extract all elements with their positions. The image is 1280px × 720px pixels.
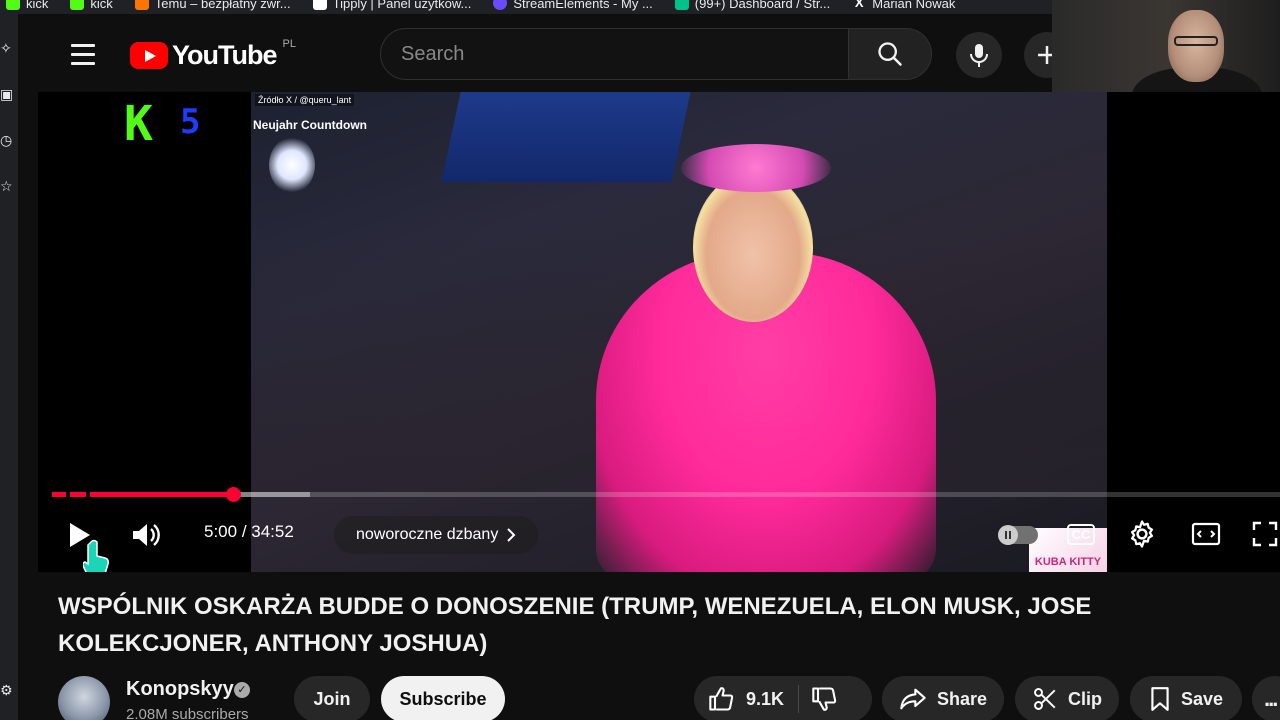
video-player[interactable]: K 5 Źródło X / @queru_lant Neujahr Count… xyxy=(38,92,1280,572)
hamburger-menu-button[interactable] xyxy=(60,36,106,72)
bookmark-tipply[interactable]: Tipply | Panel użytkow... xyxy=(312,0,471,10)
played-bar xyxy=(52,492,233,497)
subscriber-count: 2.08M subscribers xyxy=(126,706,249,720)
street-lamp xyxy=(269,137,315,193)
chapter-divider xyxy=(86,492,90,497)
temu-icon xyxy=(134,0,149,10)
history-icon[interactable]: ◷ xyxy=(0,132,14,148)
mouse-cursor xyxy=(82,538,112,572)
microphone-icon xyxy=(970,44,988,67)
like-button[interactable]: 9.1K xyxy=(708,685,798,713)
volume-icon xyxy=(133,524,160,546)
chapter-divider xyxy=(66,492,70,497)
logo-wordmark: YouTube xyxy=(172,40,277,70)
fullscreen-icon xyxy=(1252,521,1278,547)
channel-avatar[interactable] xyxy=(58,676,110,720)
bookmark-temu[interactable]: Temu – bezpłatny zwr... xyxy=(134,0,291,10)
blue-awning xyxy=(441,92,691,182)
save-button[interactable]: Save xyxy=(1130,676,1242,720)
scissors-icon xyxy=(1034,688,1056,710)
youtube-logo[interactable]: YouTube PL xyxy=(130,37,296,71)
video-frame: Źródło X / @queru_lant Neujahr Countdown… xyxy=(251,92,1107,572)
thumbs-up-icon xyxy=(709,687,734,711)
join-button[interactable]: Join xyxy=(294,676,370,720)
autoplay-toggle[interactable] xyxy=(998,525,1038,545)
voice-search-button[interactable] xyxy=(956,32,1002,78)
gear-icon xyxy=(1131,520,1153,548)
chevron-right-icon xyxy=(507,528,516,542)
scrubber-handle[interactable] xyxy=(225,487,241,502)
search-icon xyxy=(878,42,902,66)
bookmarks-bar: kick kick Temu – bezpłatny zwr... Tipply… xyxy=(0,0,1060,14)
dislike-button[interactable] xyxy=(799,685,839,713)
time-display: 5:00 / 34:52 xyxy=(204,522,294,541)
pause-icon xyxy=(998,525,1018,545)
total-duration: 34:52 xyxy=(251,522,294,541)
bookmark-icon xyxy=(1151,687,1169,711)
settings-button[interactable] xyxy=(1124,516,1160,552)
fullscreen-button[interactable] xyxy=(1250,518,1280,550)
search-button[interactable] xyxy=(848,28,932,80)
share-icon xyxy=(900,688,926,710)
hand-pointer-icon xyxy=(83,539,109,572)
kick-icon xyxy=(70,0,85,10)
streamer-glasses xyxy=(1174,36,1218,46)
bookmark-dashboard[interactable]: (99+) Dashboard / Str... xyxy=(674,0,830,10)
kick-logo-overlay: K xyxy=(124,96,153,152)
kick-icon xyxy=(6,0,20,10)
tipply-icon xyxy=(312,0,327,10)
bookmark-x-profile[interactable]: X Marian Nowak xyxy=(852,0,955,10)
region-code: PL xyxy=(282,37,296,50)
bookmark-kick-2[interactable]: kick xyxy=(70,0,113,10)
x-icon: X xyxy=(854,0,864,10)
share-button[interactable]: Share xyxy=(882,676,1004,720)
thumbs-down-icon xyxy=(812,687,837,711)
progress-bar[interactable] xyxy=(52,487,1280,502)
subtitles-button[interactable]: CC xyxy=(1064,518,1098,550)
channel-name[interactable]: Konopskyy xyxy=(126,678,234,701)
sparkle-icon[interactable]: ✧ xyxy=(0,40,14,56)
chapter-title: noworoczne dzbany xyxy=(356,526,499,543)
bookmark-kick-1[interactable]: kick xyxy=(6,0,48,10)
verified-badge-icon: ✓ xyxy=(234,682,250,698)
settings-icon[interactable]: ⚙ xyxy=(0,682,14,698)
bookmark-manager-icon[interactable]: ▣ xyxy=(0,86,14,102)
search-box xyxy=(380,28,850,80)
favorites-icon[interactable]: ☆ xyxy=(0,178,14,194)
source-label: Źródło X / @queru_lant xyxy=(255,94,355,106)
kick-number-overlay: 5 xyxy=(180,102,201,142)
more-dots-icon: ... xyxy=(1264,686,1278,711)
browser-side-panel: ✧ ▣ ◷ ☆ ⚙ xyxy=(0,14,18,720)
streamelements-icon xyxy=(493,0,508,10)
streamer-face xyxy=(1168,10,1224,82)
video-title: WSPÓLNIK OSKARŻA BUDDE O DONOSZENIE (TRU… xyxy=(58,593,1092,657)
clip-button[interactable]: Clip xyxy=(1015,676,1119,720)
person-head xyxy=(693,172,813,322)
like-dislike-group: 9.1K xyxy=(694,676,872,720)
theater-icon xyxy=(1191,522,1221,546)
bookmark-streamelements[interactable]: StreamElements - My ... xyxy=(493,0,653,10)
youtube-play-icon xyxy=(130,42,168,69)
chapter-button[interactable]: noworoczne dzbany xyxy=(334,516,539,554)
countdown-label: Neujahr Countdown xyxy=(253,118,367,132)
search-input[interactable] xyxy=(381,29,849,79)
current-time: 5:00 xyxy=(204,522,238,541)
pink-tiara xyxy=(681,144,831,192)
volume-button[interactable] xyxy=(126,517,166,553)
subscribe-button[interactable]: Subscribe xyxy=(381,676,505,720)
like-count: 9.1K xyxy=(746,688,785,709)
cc-icon: CC xyxy=(1066,523,1096,545)
dashboard-icon xyxy=(674,0,689,10)
more-actions-button[interactable]: ... xyxy=(1252,676,1280,720)
theater-mode-button[interactable] xyxy=(1188,518,1224,550)
